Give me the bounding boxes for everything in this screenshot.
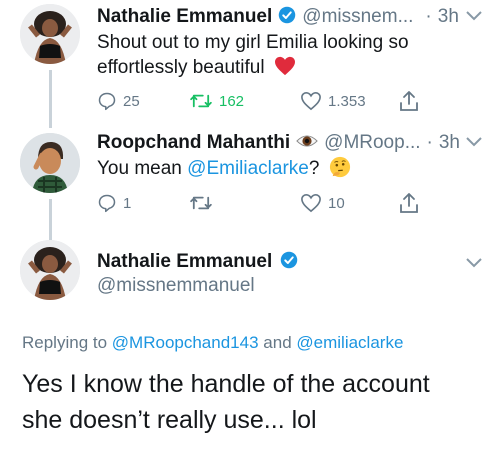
retweet-count: 162 xyxy=(219,92,245,110)
tweet-actions: 25 162 1.353 xyxy=(97,90,427,112)
chevron-down-icon[interactable] xyxy=(466,258,482,268)
like-button[interactable]: 10 xyxy=(300,193,345,213)
chevron-down-icon[interactable] xyxy=(466,137,482,147)
replying-to: Replying to @MRoopchand143 and @emiliacl… xyxy=(22,333,403,353)
reply-icon xyxy=(98,194,116,213)
author-handle[interactable]: @missnem... xyxy=(302,6,413,28)
reply-icon xyxy=(98,92,116,111)
main-tweet-header: Nathalie Emmanuel xyxy=(97,250,298,274)
avatar-photo xyxy=(20,240,80,300)
verified-badge-icon xyxy=(280,251,298,274)
retweet-icon xyxy=(190,94,212,108)
replying-to-label: Replying to xyxy=(22,333,108,352)
share-button[interactable] xyxy=(399,192,419,214)
eye-emoji-icon xyxy=(296,133,318,154)
heart-outline-icon xyxy=(301,193,321,213)
separator-dot: · xyxy=(425,6,432,27)
avatar[interactable] xyxy=(20,133,80,193)
tweet-actions: 1 10 xyxy=(97,192,427,214)
reply-button[interactable]: 25 xyxy=(97,91,140,111)
author-handle[interactable]: @MRoop... xyxy=(324,132,420,154)
timestamp[interactable]: 3h xyxy=(439,132,460,154)
tweet-text: Shout out to my girl Emilia looking so e… xyxy=(97,30,437,83)
retweet-button[interactable] xyxy=(189,194,219,212)
heart-emoji-icon xyxy=(274,56,296,83)
tweet-header: Nathalie Emmanuel @missnem... · 3h xyxy=(97,5,467,29)
replying-to-user[interactable]: @emiliaclarke xyxy=(296,333,403,352)
thinking-face-emoji-icon xyxy=(329,156,351,185)
avatar-photo xyxy=(20,133,80,193)
avatar-photo xyxy=(20,4,80,64)
replying-to-and: and xyxy=(263,333,292,352)
author-name[interactable]: Roopchand Mahanthi xyxy=(97,132,290,154)
main-tweet-text: Yes I know the handle of the account she… xyxy=(22,370,430,434)
tweet-text-body: Shout out to my girl Emilia looking so e… xyxy=(97,32,409,78)
reply-count: 25 xyxy=(123,92,140,110)
chevron-down-icon[interactable] xyxy=(466,11,482,21)
share-button[interactable] xyxy=(399,90,419,112)
retweet-icon xyxy=(190,196,212,210)
avatar[interactable] xyxy=(20,4,80,64)
author-name[interactable]: Nathalie Emmanuel xyxy=(97,251,272,273)
like-button[interactable]: 1.353 xyxy=(300,91,366,111)
retweet-button[interactable]: 162 xyxy=(189,92,244,110)
timestamp[interactable]: 3h xyxy=(438,6,459,28)
tweet-text: You mean @Emiliaclarke? xyxy=(97,156,457,185)
replying-to-user[interactable]: @MRoopchand143 xyxy=(112,333,259,352)
tweet-text-after: ? xyxy=(308,158,320,179)
share-icon xyxy=(400,193,418,213)
avatar[interactable] xyxy=(20,240,80,300)
tweet-text-before: You mean xyxy=(97,158,188,179)
like-count: 1.353 xyxy=(328,92,366,110)
verified-badge-icon xyxy=(278,6,296,29)
share-icon xyxy=(400,91,418,111)
thread-line xyxy=(49,199,52,241)
author-handle[interactable]: @missnemmanuel xyxy=(97,275,255,297)
like-count: 10 xyxy=(328,194,345,212)
reply-button[interactable]: 1 xyxy=(97,193,131,213)
reply-count: 1 xyxy=(123,194,132,212)
tweet-header: Roopchand Mahanthi @MRoop... · 3h xyxy=(97,131,467,155)
heart-outline-icon xyxy=(301,91,321,111)
separator-dot: · xyxy=(426,132,433,153)
mention-link[interactable]: @Emiliaclarke xyxy=(187,158,309,179)
author-name[interactable]: Nathalie Emmanuel xyxy=(97,6,272,28)
thread-line xyxy=(49,70,52,128)
